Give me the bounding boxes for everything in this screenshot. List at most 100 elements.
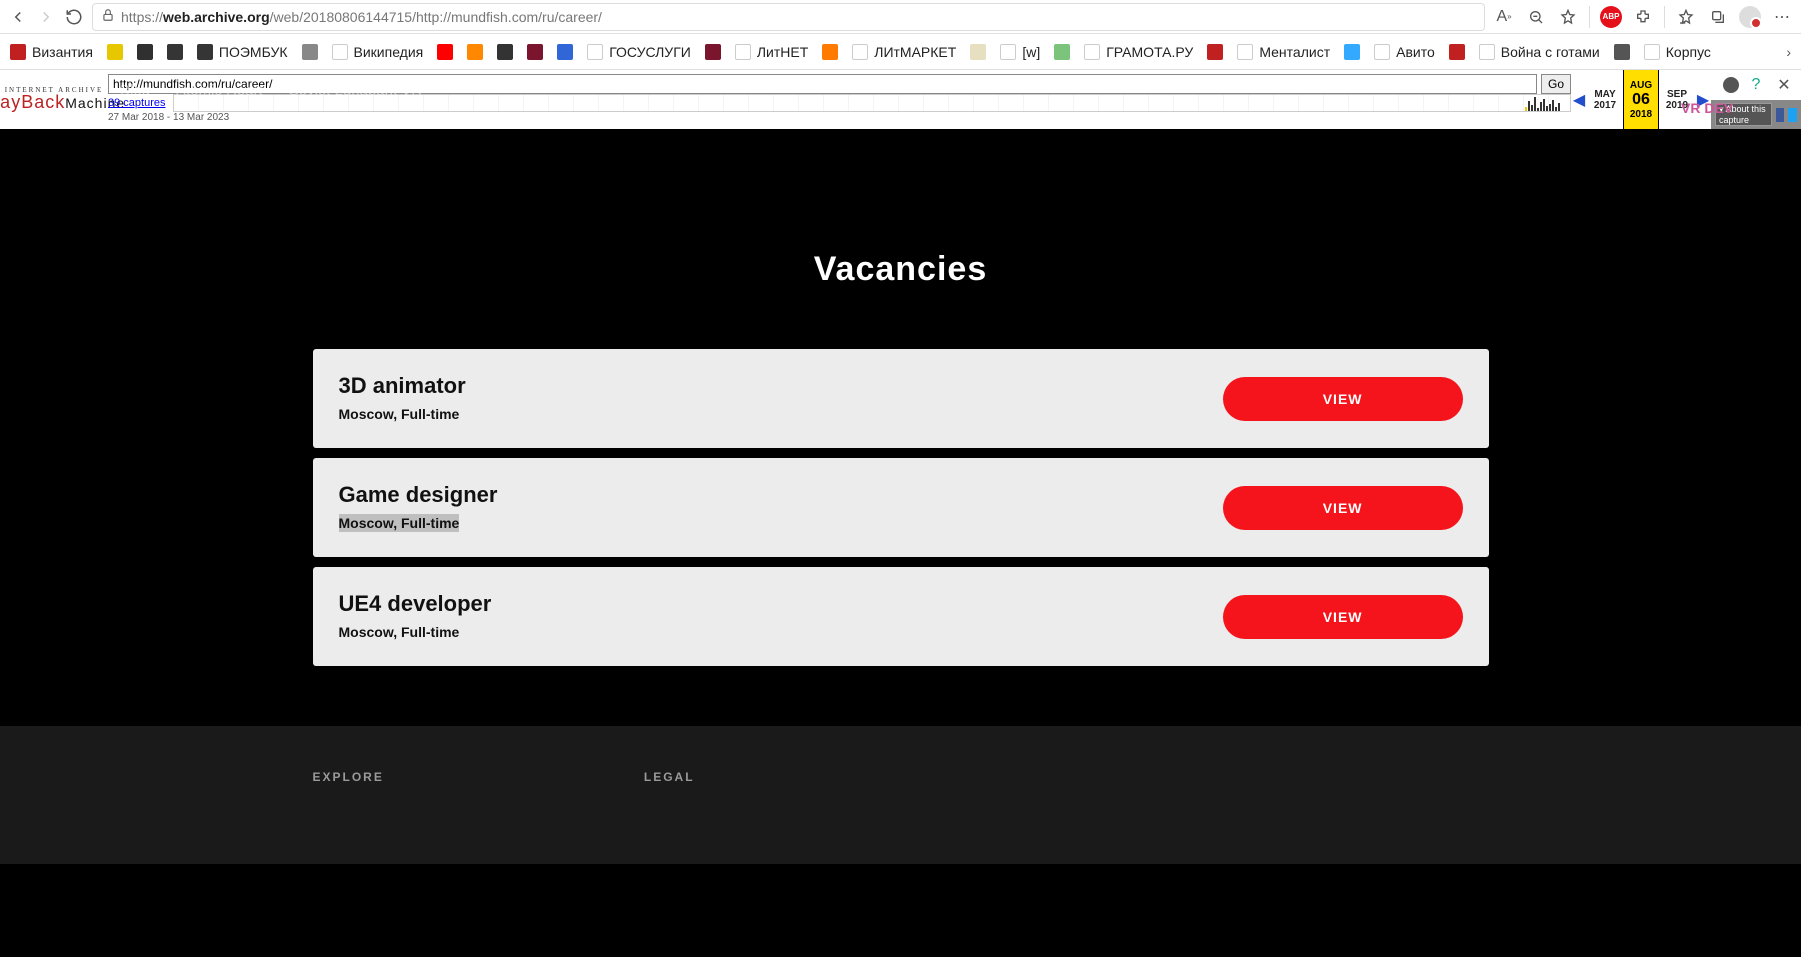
zoom-icon[interactable]: [1525, 6, 1547, 28]
lock-icon: [101, 8, 115, 25]
bookmark-label: Википедия: [354, 44, 424, 60]
bookmark-favicon: [705, 44, 721, 60]
bookmark-item[interactable]: ПОЭМБУК: [197, 44, 288, 60]
vacancy-card: Game designerMoscow, Full-timeVIEW: [313, 458, 1489, 557]
site-nav-item[interactable]: Atomic Heart: [176, 82, 263, 99]
bookmark-item[interactable]: ГРАМОТА.РУ: [1084, 44, 1193, 60]
bookmark-favicon: [437, 44, 453, 60]
wayback-date-range: 27 Mar 2018 - 13 Mar 2023: [108, 112, 1571, 123]
wayback-center: Go 39 captures: [108, 70, 1571, 129]
bookmark-item[interactable]: [107, 44, 123, 60]
divider: [1664, 6, 1665, 28]
twitter-icon[interactable]: [1788, 108, 1797, 122]
bookmark-favicon: [557, 44, 573, 60]
wayback-logo[interactable]: INTERNET ARCHIVE WayBackMachine: [0, 70, 108, 129]
bookmark-item[interactable]: [137, 44, 153, 60]
more-icon[interactable]: ⋯: [1771, 6, 1793, 28]
vacancy-subtitle: Moscow, Full-time: [339, 405, 460, 423]
bookmark-item[interactable]: [705, 44, 721, 60]
bookmark-item[interactable]: Корпус: [1644, 44, 1711, 60]
bookmark-item[interactable]: Википедия: [332, 44, 424, 60]
bookmarks-overflow-icon[interactable]: ›: [1786, 44, 1791, 60]
wayback-prev-month[interactable]: MAY 2017: [1587, 70, 1623, 129]
site-nav-item[interactable]: Blog: [120, 82, 150, 99]
bookmark-item[interactable]: [167, 44, 183, 60]
bookmark-item[interactable]: [1344, 44, 1360, 60]
bookmark-item[interactable]: Византия: [10, 44, 93, 60]
read-aloud-icon[interactable]: A»: [1493, 6, 1515, 28]
bookmark-favicon: [1449, 44, 1465, 60]
bookmark-label: ГОСУСЛУГИ: [609, 44, 691, 60]
bookmark-item[interactable]: [302, 44, 318, 60]
bookmark-item[interactable]: Война с готами: [1479, 44, 1600, 60]
bookmark-favicon: [735, 44, 751, 60]
bookmark-label: ЛИтМАРКЕТ: [874, 44, 956, 60]
view-button[interactable]: VIEW: [1223, 595, 1463, 639]
bookmark-favicon: [197, 44, 213, 60]
wayback-right: ? ✕ VR DEV ▾ About this capture: [1711, 70, 1801, 129]
site-vr-label: VR DEV: [1681, 100, 1733, 116]
wayback-help-icon[interactable]: ?: [1745, 74, 1767, 96]
bookmark-item[interactable]: [1054, 44, 1070, 60]
bookmark-item[interactable]: ЛитНЕТ: [735, 44, 808, 60]
bookmark-favicon: [822, 44, 838, 60]
bookmark-item[interactable]: Менталист: [1237, 44, 1330, 60]
bookmark-label: Менталист: [1259, 44, 1330, 60]
bookmark-item[interactable]: [970, 44, 986, 60]
bookmark-item[interactable]: [1449, 44, 1465, 60]
bookmark-favicon: [852, 44, 868, 60]
favorites-list-icon[interactable]: [1675, 6, 1697, 28]
refresh-button[interactable]: [64, 7, 84, 27]
back-button[interactable]: [8, 7, 28, 27]
bookmark-item[interactable]: Авито: [1374, 44, 1435, 60]
bookmark-label: Авито: [1396, 44, 1435, 60]
bookmark-label: [w]: [1022, 44, 1040, 60]
bookmark-label: Корпус: [1666, 44, 1711, 60]
collections-icon[interactable]: [1707, 6, 1729, 28]
view-button[interactable]: VIEW: [1223, 377, 1463, 421]
bookmark-favicon: [332, 44, 348, 60]
url-bar[interactable]: https://web.archive.org/web/201808061447…: [92, 3, 1485, 31]
profile-icon[interactable]: [1739, 6, 1761, 28]
wayback-prev-arrow[interactable]: ◀: [1571, 70, 1587, 129]
site-nav-item[interactable]: Soviet Lunapark VR: [289, 82, 422, 99]
bookmark-item[interactable]: [w]: [1000, 44, 1040, 60]
wayback-active-month[interactable]: AUG 06 2018: [1623, 70, 1659, 129]
bookmark-item[interactable]: [467, 44, 483, 60]
bookmark-favicon: [1344, 44, 1360, 60]
vacancy-card: 3D animatorMoscow, Full-timeVIEW: [313, 349, 1489, 448]
bookmark-item[interactable]: [1614, 44, 1630, 60]
url-text: https://web.archive.org/web/201808061447…: [121, 9, 1476, 25]
bookmark-item[interactable]: [497, 44, 513, 60]
bookmark-item[interactable]: ГОСУСЛУГИ: [587, 44, 691, 60]
bookmark-item[interactable]: [1207, 44, 1223, 60]
bookmark-item[interactable]: ЛИтМАРКЕТ: [852, 44, 956, 60]
bookmark-favicon: [1237, 44, 1253, 60]
vacancy-list: 3D animatorMoscow, Full-timeVIEWGame des…: [313, 349, 1489, 666]
bookmark-item[interactable]: [437, 44, 453, 60]
bookmark-label: Византия: [32, 44, 93, 60]
vacancy-subtitle: Moscow, Full-time: [339, 623, 460, 641]
bookmark-favicon: [302, 44, 318, 60]
view-button[interactable]: VIEW: [1223, 486, 1463, 530]
footer-explore-heading: EXPLORE: [313, 770, 384, 784]
wayback-close-icon[interactable]: ✕: [1773, 74, 1795, 96]
favorite-icon[interactable]: [1557, 6, 1579, 28]
bookmark-item[interactable]: [527, 44, 543, 60]
bookmark-item[interactable]: [557, 44, 573, 60]
wayback-go-button[interactable]: Go: [1541, 74, 1571, 94]
wayback-months: MAY 2017 AUG 06 2018 SEP 2019: [1587, 70, 1695, 129]
forward-button: [36, 7, 56, 27]
bookmark-favicon: [137, 44, 153, 60]
bookmark-label: ПОЭМБУК: [219, 44, 288, 60]
facebook-icon[interactable]: [1776, 108, 1785, 122]
bookmark-favicon: [527, 44, 543, 60]
abp-icon[interactable]: ABP: [1600, 6, 1622, 28]
extensions-icon[interactable]: [1632, 6, 1654, 28]
bookmark-favicon: [10, 44, 26, 60]
bookmark-item[interactable]: [822, 44, 838, 60]
wayback-account-icon[interactable]: [1723, 77, 1739, 93]
bookmark-favicon: [497, 44, 513, 60]
bookmark-favicon: [587, 44, 603, 60]
bookmark-favicon: [1644, 44, 1660, 60]
